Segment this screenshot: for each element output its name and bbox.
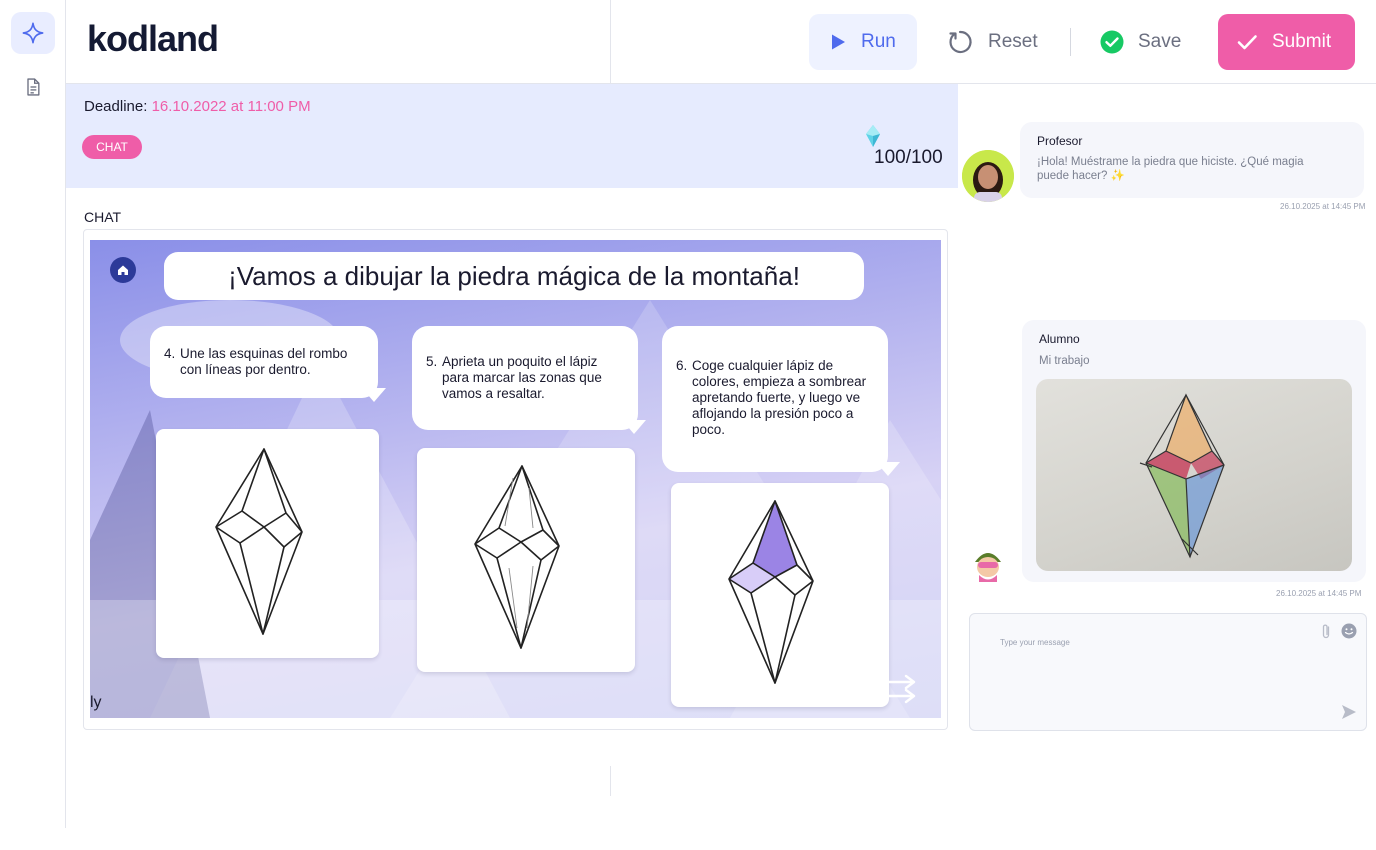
chat-message-teacher: Profesor ¡Hola! Muéstrame la piedra que …	[1020, 122, 1364, 198]
activity-card: ¡Vamos a dibujar la piedra mágica de la …	[83, 229, 948, 730]
brand-logo: kodland	[87, 18, 219, 59]
scene-corner-text: ly	[90, 694, 102, 711]
deadline-value: 16.10.2022 at 11:00 PM	[151, 98, 311, 115]
crystal-sketch-icon	[728, 500, 814, 684]
sidebar	[0, 0, 66, 828]
check-circle-icon	[1100, 30, 1124, 54]
task-banner: Deadline: 16.10.2022 at 11:00 PM CHAT 10…	[66, 84, 958, 188]
document-icon	[27, 78, 40, 96]
person-avatar-icon	[962, 150, 1014, 202]
sparkle-icon	[22, 22, 44, 44]
crystal-sketch-icon	[474, 465, 560, 649]
message-input[interactable]	[1000, 634, 1300, 650]
bubble-tail	[622, 420, 646, 434]
drawing-panel-5	[417, 448, 635, 672]
reset-label: Reset	[988, 31, 1038, 52]
reset-button[interactable]: Reset	[946, 14, 1056, 70]
activity-illustration: ¡Vamos a dibujar la piedra mágica de la …	[90, 240, 941, 718]
step-bubble-5: 5. Aprieta un poquito el lápiz para marc…	[412, 326, 638, 430]
submit-button[interactable]: Submit	[1218, 14, 1355, 70]
crystal-drawing-photo	[1139, 393, 1225, 559]
bubble-tail	[362, 388, 386, 402]
crystal-sketch-icon	[215, 448, 303, 635]
gem-icon	[866, 125, 880, 147]
step-text: Aprieta un poquito el lápiz para marcar …	[442, 354, 602, 401]
play-icon	[832, 34, 845, 50]
section-label: CHAT	[84, 209, 122, 225]
home-button[interactable]	[110, 257, 136, 283]
top-bar: kodland Run Reset Save Submit	[66, 0, 1376, 84]
step-text: Une las esquinas del rombo con líneas po…	[180, 346, 348, 377]
step-number: 6.	[676, 358, 688, 373]
activity-title: ¡Vamos a dibujar la piedra mágica de la …	[164, 252, 864, 300]
drawing-panel-4	[156, 429, 379, 658]
step-bubble-4: 4. Une las esquinas del rombo con líneas…	[150, 326, 378, 398]
avatar-student	[966, 542, 1010, 586]
run-button[interactable]: Run	[809, 14, 917, 70]
bubble-tail	[876, 462, 900, 476]
message-composer	[969, 613, 1367, 731]
message-time: 26.10.2025 at 14:45 PM	[1280, 202, 1366, 211]
task-tag: CHAT	[82, 135, 142, 159]
send-icon[interactable]	[1340, 703, 1358, 721]
drawing-panel-6	[671, 483, 889, 707]
divider	[610, 766, 611, 796]
step-number: 4.	[164, 346, 176, 361]
deadline-label: Deadline:	[84, 98, 148, 115]
toolbar-separator	[1070, 28, 1071, 56]
submit-label: Submit	[1272, 31, 1332, 52]
save-button[interactable]: Save	[1100, 14, 1220, 70]
message-text: ¡Hola! Muéstrame la piedra que hiciste. …	[1037, 156, 1304, 182]
next-arrow-icon[interactable]	[882, 668, 922, 708]
chat-message-student: Alumno Mi trabajo	[1022, 320, 1366, 582]
message-sender: Profesor	[1037, 134, 1083, 148]
app-window: kodland Run Reset Save Submit Deadline: …	[0, 0, 1376, 850]
emoji-icon[interactable]	[1341, 623, 1357, 639]
attachment-image[interactable]	[1036, 379, 1352, 571]
sidebar-item-task[interactable]	[11, 12, 55, 54]
cartoon-avatar-icon	[966, 542, 1010, 586]
message-sender: Alumno	[1039, 332, 1080, 346]
step-text: Coge cualquier lápiz de colores, empieza…	[692, 358, 867, 437]
reset-icon	[949, 30, 972, 54]
home-icon	[118, 265, 128, 275]
save-label: Save	[1138, 31, 1182, 52]
run-label: Run	[861, 31, 896, 52]
avatar-teacher	[962, 150, 1014, 202]
step-number: 5.	[426, 354, 438, 369]
paperclip-icon[interactable]	[1319, 623, 1333, 641]
deadline: Deadline: 16.10.2022 at 11:00 PM	[84, 98, 311, 115]
step-bubble-6: 6. Coge cualquier lápiz de colores, empi…	[662, 326, 888, 472]
header-divider	[610, 0, 611, 84]
check-icon	[1237, 35, 1257, 50]
sidebar-item-document[interactable]	[11, 66, 55, 108]
message-time: 26.10.2025 at 14:45 PM	[1276, 589, 1362, 598]
score: 100/100	[874, 147, 943, 168]
message-text: Mi trabajo	[1039, 355, 1090, 367]
